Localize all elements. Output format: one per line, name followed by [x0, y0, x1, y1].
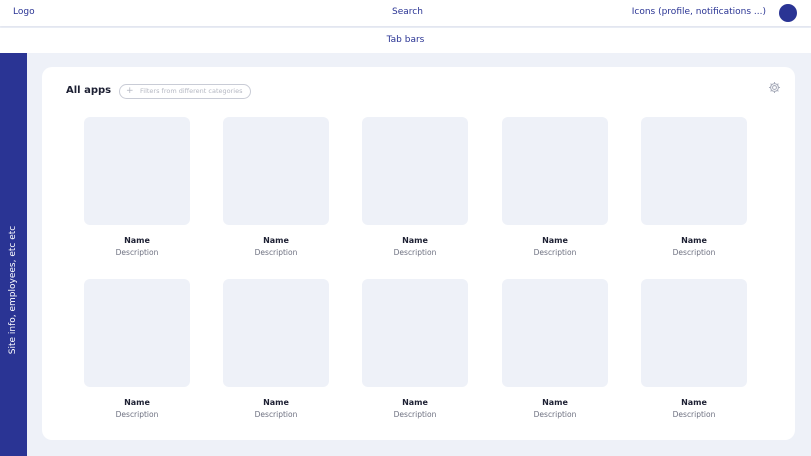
page-title: All apps [66, 85, 112, 96]
app-tile[interactable]: Name Description [223, 279, 329, 419]
app-thumbnail[interactable] [362, 279, 468, 387]
app-thumbnail[interactable] [641, 279, 747, 387]
app-description: Description [672, 248, 716, 257]
app-name: Name [542, 236, 568, 245]
app-name: Name [681, 236, 707, 245]
app-tile[interactable]: Name Description [84, 279, 190, 419]
app-tile[interactable]: Name Description [502, 279, 608, 419]
app-tile[interactable]: Name Description [362, 117, 468, 257]
app-thumbnail[interactable] [223, 279, 329, 387]
gear-icon[interactable] [768, 81, 781, 94]
sidebar: Site info, employees, etc etc [0, 53, 27, 456]
app-thumbnail[interactable] [502, 117, 608, 225]
app-tile[interactable]: Name Description [641, 117, 747, 257]
app-description: Description [254, 248, 298, 257]
avatar-icon[interactable] [779, 4, 797, 22]
app-name: Name [263, 398, 289, 407]
app-tile[interactable]: Name Description [84, 117, 190, 257]
app-tile[interactable]: Name Description [362, 279, 468, 419]
app-description: Description [254, 410, 298, 419]
filter-placeholder: Filters from different categories [140, 87, 243, 95]
search-link[interactable]: Search [392, 7, 423, 17]
app-name: Name [402, 236, 428, 245]
tab-bar: Tab bars [0, 28, 811, 53]
plus-icon: + [126, 86, 134, 96]
app-name: Name [681, 398, 707, 407]
filter-input[interactable]: + Filters from different categories [119, 84, 251, 99]
app-description: Description [393, 248, 437, 257]
app-thumbnail[interactable] [84, 117, 190, 225]
app-description: Description [533, 410, 577, 419]
app-name: Name [263, 236, 289, 245]
app-name: Name [124, 398, 150, 407]
app-tile[interactable]: Name Description [223, 117, 329, 257]
app-description: Description [393, 410, 437, 419]
app-thumbnail[interactable] [84, 279, 190, 387]
app-description: Description [672, 410, 716, 419]
app-name: Name [402, 398, 428, 407]
apps-panel: All apps + Filters from different catego… [42, 67, 795, 440]
app-name: Name [124, 236, 150, 245]
app-name: Name [542, 398, 568, 407]
app-thumbnail[interactable] [362, 117, 468, 225]
app-thumbnail[interactable] [641, 117, 747, 225]
logo[interactable]: Logo [13, 7, 35, 17]
app-description: Description [115, 248, 159, 257]
app-thumbnail[interactable] [223, 117, 329, 225]
top-bar: Logo Search Icons (profile, notification… [0, 0, 811, 26]
app-tile[interactable]: Name Description [502, 117, 608, 257]
header-icons-label[interactable]: Icons (profile, notifications ...) [632, 7, 766, 17]
tab-bars-label[interactable]: Tab bars [0, 35, 811, 45]
sidebar-label[interactable]: Site info, employees, etc etc [8, 226, 18, 354]
app-description: Description [115, 410, 159, 419]
app-description: Description [533, 248, 577, 257]
app-thumbnail[interactable] [502, 279, 608, 387]
app-tile[interactable]: Name Description [641, 279, 747, 419]
